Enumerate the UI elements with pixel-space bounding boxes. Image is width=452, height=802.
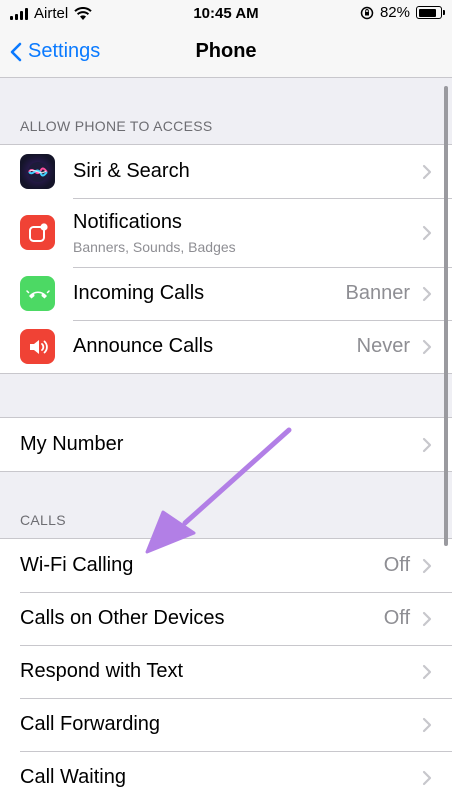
my-number-group: My Number bbox=[0, 417, 452, 472]
allow-access-group: Siri & Search Notifications Banners, Sou… bbox=[0, 144, 452, 374]
status-bar: Airtel 10:45 AM 82% bbox=[0, 0, 452, 28]
row-my-number[interactable]: My Number bbox=[0, 418, 452, 471]
row-text: Siri & Search bbox=[73, 160, 422, 183]
chevron-right-icon bbox=[422, 611, 432, 626]
row-text: Notifications Banners, Sounds, Badges bbox=[73, 211, 422, 255]
row-text: Announce Calls bbox=[73, 335, 357, 358]
row-value: Banner bbox=[345, 282, 411, 304]
row-label: Call Forwarding bbox=[20, 713, 161, 735]
row-label: Siri & Search bbox=[73, 160, 190, 182]
siri-icon bbox=[20, 154, 55, 189]
battery-icon bbox=[416, 6, 445, 19]
chevron-right-icon bbox=[422, 558, 432, 573]
calls-group: Wi-Fi Calling Off Calls on Other Devices… bbox=[0, 538, 452, 802]
row-text: Respond with Text bbox=[20, 660, 422, 683]
announce-calls-icon bbox=[20, 329, 55, 364]
row-siri-search[interactable]: Siri & Search bbox=[0, 145, 452, 198]
battery-level bbox=[418, 8, 436, 17]
chevron-right-icon bbox=[422, 164, 432, 179]
section-header-label: ALLOW PHONE TO ACCESS bbox=[20, 118, 213, 134]
row-label: Announce Calls bbox=[73, 335, 214, 357]
row-wifi-calling[interactable]: Wi-Fi Calling Off bbox=[0, 539, 452, 592]
row-label: Calls on Other Devices bbox=[20, 607, 225, 629]
row-text: Call Waiting bbox=[20, 766, 422, 789]
incoming-calls-icon bbox=[20, 276, 55, 311]
section-header-calls: CALLS bbox=[0, 472, 452, 538]
row-announce-calls[interactable]: Announce Calls Never bbox=[0, 320, 452, 373]
row-calls-on-other-devices[interactable]: Calls on Other Devices Off bbox=[0, 592, 452, 645]
scroll-indicator[interactable] bbox=[444, 86, 448, 546]
chevron-right-icon bbox=[422, 286, 432, 301]
row-label: My Number bbox=[20, 433, 124, 455]
orientation-lock-icon bbox=[360, 6, 374, 19]
row-value: Off bbox=[383, 554, 410, 576]
settings-content: ALLOW PHONE TO ACCESS Siri & Search Noti… bbox=[0, 78, 452, 802]
status-right: 82% bbox=[360, 4, 445, 21]
chevron-right-icon bbox=[422, 225, 432, 240]
chevron-right-icon bbox=[422, 664, 432, 679]
chevron-right-icon bbox=[422, 770, 432, 785]
row-label: Respond with Text bbox=[20, 660, 184, 682]
page-title: Phone bbox=[195, 40, 257, 62]
row-incoming-calls[interactable]: Incoming Calls Banner bbox=[0, 267, 452, 320]
row-text: Calls on Other Devices bbox=[20, 607, 384, 630]
row-label: Wi-Fi Calling bbox=[20, 554, 134, 576]
section-header-allow-access: ALLOW PHONE TO ACCESS bbox=[0, 78, 452, 144]
chevron-right-icon bbox=[422, 437, 432, 452]
row-label: Call Waiting bbox=[20, 766, 126, 788]
row-text: Wi-Fi Calling bbox=[20, 554, 384, 577]
notifications-icon bbox=[20, 215, 55, 250]
row-notifications[interactable]: Notifications Banners, Sounds, Badges bbox=[0, 198, 452, 267]
row-label: Notifications bbox=[73, 210, 182, 233]
row-text: Incoming Calls bbox=[73, 282, 346, 305]
row-text: Call Forwarding bbox=[20, 713, 422, 736]
row-value: Off bbox=[383, 607, 410, 629]
section-header-label: CALLS bbox=[20, 512, 66, 528]
row-text: My Number bbox=[20, 433, 422, 456]
row-label: Incoming Calls bbox=[73, 282, 205, 304]
row-value: Never bbox=[356, 335, 410, 357]
chevron-right-icon bbox=[422, 717, 432, 732]
row-subtitle: Banners, Sounds, Badges bbox=[73, 238, 236, 255]
row-call-waiting[interactable]: Call Waiting bbox=[0, 751, 452, 802]
navigation-bar: Settings Phone bbox=[0, 28, 452, 78]
row-respond-with-text[interactable]: Respond with Text bbox=[0, 645, 452, 698]
battery-percent: 82% bbox=[379, 4, 410, 21]
row-call-forwarding[interactable]: Call Forwarding bbox=[0, 698, 452, 751]
chevron-right-icon bbox=[422, 339, 432, 354]
